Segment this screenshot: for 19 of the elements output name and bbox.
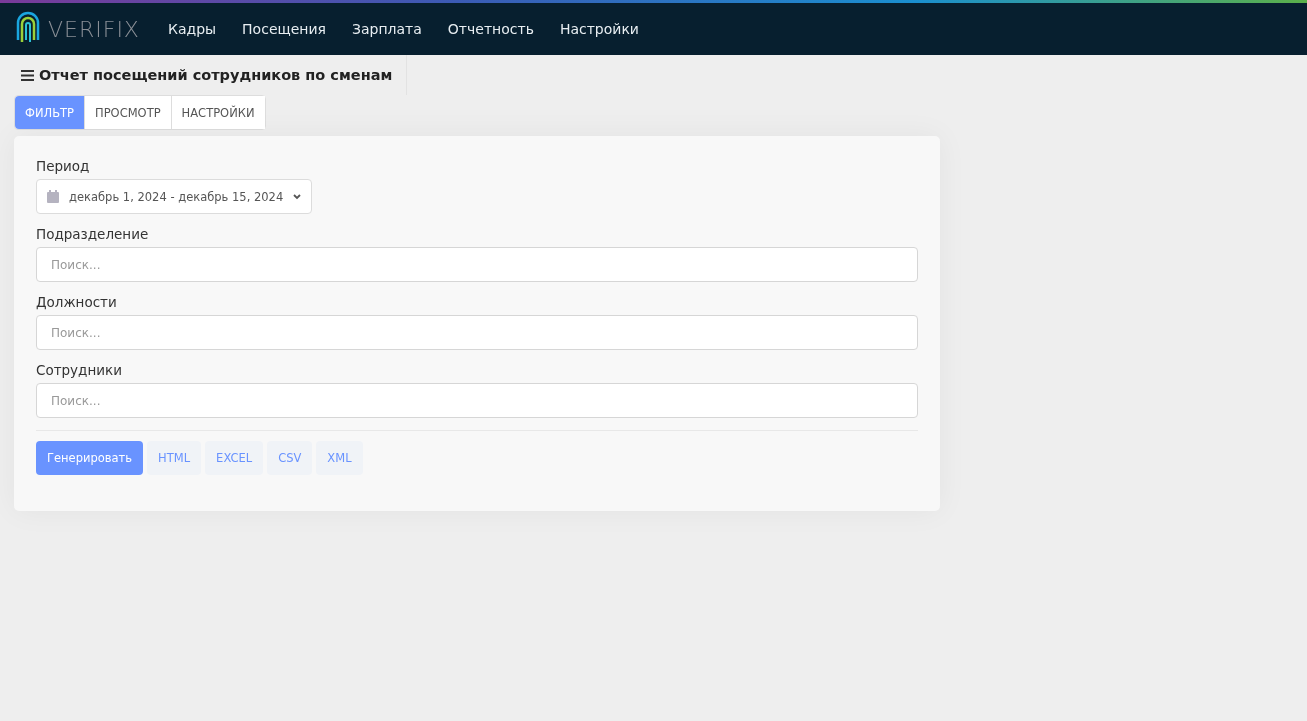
nav-link[interactable]: Отчетность bbox=[447, 21, 534, 37]
nav-link[interactable]: Посещения bbox=[242, 21, 326, 37]
search-field[interactable]: Поиск... bbox=[36, 315, 918, 350]
calendar-icon bbox=[47, 190, 59, 203]
search-field[interactable]: Поиск... bbox=[36, 383, 918, 418]
nav-link[interactable]: Зарплата bbox=[352, 21, 422, 37]
logo-text: VERIFIX bbox=[48, 16, 140, 42]
menu-icon[interactable] bbox=[21, 69, 34, 81]
chevron-down-icon bbox=[293, 193, 302, 200]
field-label: Подразделение bbox=[36, 226, 150, 242]
page-title: Отчет посещений сотрудников по сменам bbox=[39, 67, 393, 83]
search-field[interactable]: Поиск... bbox=[36, 247, 918, 282]
field-label: Период bbox=[36, 158, 91, 174]
field-label: Должности bbox=[36, 294, 118, 310]
nav-link[interactable]: Кадры bbox=[167, 21, 217, 37]
tab[interactable]: НАСТРОЙКИ bbox=[170, 96, 265, 129]
field-label: Сотрудники bbox=[36, 362, 123, 378]
nav-link[interactable]: Настройки bbox=[559, 21, 639, 37]
date-range-picker[interactable]: декабрь 1, 2024 - декабрь 15, 2024 bbox=[36, 179, 313, 214]
